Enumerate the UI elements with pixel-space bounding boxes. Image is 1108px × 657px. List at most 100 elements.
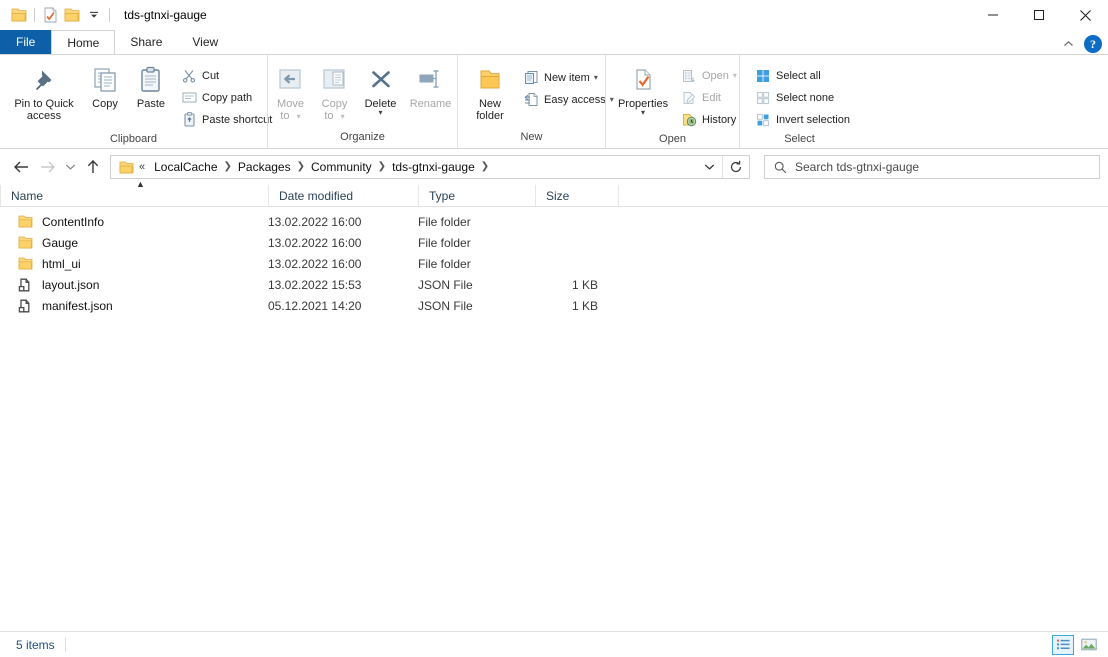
qat-separator-2: [109, 8, 110, 22]
breadcrumb-chevron-1-icon[interactable]: ❯: [296, 156, 306, 178]
ribbon-tab-right-controls: ?: [1060, 35, 1102, 53]
move-to-label: Move to ▾: [277, 98, 304, 122]
qat-chevron-down-icon[interactable]: [83, 4, 105, 26]
open-icon: [680, 67, 698, 84]
history-button[interactable]: History: [678, 109, 741, 130]
breadcrumb-folder-icon[interactable]: [115, 156, 137, 178]
copy-to-caret-icon[interactable]: ▾: [341, 112, 345, 121]
easy-access-button[interactable]: Easy access ▾: [520, 89, 618, 110]
up-button[interactable]: [80, 154, 106, 180]
folder-icon: [18, 215, 38, 228]
open-button[interactable]: Open ▾: [678, 65, 741, 86]
paste-button[interactable]: Paste: [128, 61, 174, 112]
properties-caret-icon[interactable]: ▾: [641, 109, 645, 117]
new-item-button[interactable]: New item ▾: [520, 67, 618, 88]
easy-access-label: Easy access: [544, 93, 606, 106]
close-button[interactable]: [1062, 0, 1108, 30]
invert-selection-button[interactable]: Invert selection: [752, 109, 854, 130]
json-file-icon: [18, 278, 38, 292]
details-view-button[interactable]: [1052, 634, 1074, 655]
forward-button[interactable]: [34, 154, 60, 180]
edit-button[interactable]: Edit: [678, 87, 741, 108]
properties-icon[interactable]: [39, 4, 61, 26]
tab-share[interactable]: Share: [115, 30, 177, 54]
rename-button[interactable]: Rename: [405, 61, 457, 112]
file-type-cell: JSON File: [418, 277, 473, 292]
file-name-cell[interactable]: ContentInfo: [0, 215, 268, 229]
tab-view[interactable]: View: [177, 30, 233, 54]
select-all-button[interactable]: Select all: [752, 65, 854, 86]
address-dropdown-button[interactable]: [696, 156, 722, 178]
tab-file[interactable]: File: [0, 30, 52, 54]
column-header-size[interactable]: Size: [535, 184, 618, 207]
recent-locations-button[interactable]: [60, 154, 80, 180]
address-bar-right: [696, 156, 749, 178]
pin-to-quick-access-button[interactable]: Pin to Quick access: [6, 61, 82, 124]
new-folder-label: New folder: [476, 98, 504, 122]
ribbon-group-label-open: Open: [659, 133, 686, 145]
table-row[interactable]: ContentInfo 13.02.2022 16:00 File folder: [0, 211, 1108, 232]
address-bar[interactable]: « LocalCache ❯ Packages ❯ Community ❯ td…: [110, 155, 750, 179]
new-item-caret-icon[interactable]: ▾: [594, 73, 598, 82]
copy-button[interactable]: Copy: [82, 61, 128, 112]
open-caret-icon[interactable]: ▾: [733, 71, 737, 80]
ribbon-group-select: Select all Select none Invert selection …: [739, 55, 859, 148]
tab-home[interactable]: Home: [51, 30, 116, 54]
properties-button[interactable]: Properties ▾: [612, 61, 674, 118]
large-icons-view-button[interactable]: [1078, 635, 1100, 655]
copy-to-button[interactable]: Copy to ▾: [313, 61, 357, 125]
table-row[interactable]: manifest.json 05.12.2021 14:20 JSON File…: [0, 295, 1108, 316]
back-button[interactable]: [8, 154, 34, 180]
select-none-button[interactable]: Select none: [752, 87, 854, 108]
folder-icon: [18, 257, 38, 270]
delete-caret-icon[interactable]: ▾: [378, 109, 382, 117]
file-name-cell[interactable]: manifest.json: [0, 299, 268, 313]
column-header-date-modified[interactable]: Date modified: [268, 184, 418, 207]
table-row[interactable]: html_ui 13.02.2022 16:00 File folder: [0, 253, 1108, 274]
column-headers: ▲ Name Date modified Type Size: [0, 179, 1108, 207]
table-row[interactable]: layout.json 13.02.2022 15:53 JSON File 1…: [0, 274, 1108, 295]
collapse-ribbon-icon[interactable]: [1060, 36, 1076, 52]
file-name-cell[interactable]: layout.json: [0, 278, 268, 292]
breadcrumb-chevron-2-icon[interactable]: ❯: [377, 156, 387, 178]
view-mode-buttons: [1052, 634, 1100, 655]
json-file-icon: [18, 299, 38, 313]
maximize-button[interactable]: [1016, 0, 1062, 30]
breadcrumb-chevron-3-icon[interactable]: ❯: [480, 156, 490, 178]
invert-selection-icon: [754, 111, 772, 128]
table-row[interactable]: Gauge 13.02.2022 16:00 File folder: [0, 232, 1108, 253]
folder-icon[interactable]: [8, 4, 30, 26]
file-name-label: layout.json: [42, 277, 100, 292]
file-type-cell: File folder: [418, 214, 471, 229]
select-all-icon: [754, 67, 772, 84]
file-name-cell[interactable]: html_ui: [0, 257, 268, 271]
select-none-label: Select none: [776, 91, 835, 104]
breadcrumb-chevron-0-icon[interactable]: ❯: [223, 156, 233, 178]
breadcrumb-item-tds-gtnxi-gauge[interactable]: tds-gtnxi-gauge: [387, 156, 480, 178]
move-to-button[interactable]: Move to ▾: [269, 61, 313, 125]
select-all-label: Select all: [776, 69, 821, 82]
help-icon[interactable]: ?: [1084, 35, 1102, 53]
breadcrumb-item-community[interactable]: Community: [306, 156, 377, 178]
delete-button[interactable]: Delete ▾: [357, 61, 405, 118]
breadcrumb-item-localcache[interactable]: LocalCache: [149, 156, 222, 178]
column-header-name[interactable]: Name: [0, 184, 268, 207]
file-date-cell: 13.02.2022 16:00: [268, 235, 362, 250]
cut-button[interactable]: Cut: [178, 65, 276, 86]
minimize-button[interactable]: [970, 0, 1016, 30]
status-separator: [64, 637, 66, 652]
search-box[interactable]: Search tds-gtnxi-gauge: [764, 155, 1100, 179]
column-header-type[interactable]: Type: [418, 184, 535, 207]
new-folder-icon[interactable]: [61, 4, 83, 26]
copy-label: Copy: [92, 98, 118, 110]
move-to-caret-icon[interactable]: ▾: [297, 112, 301, 121]
breadcrumb-item-packages[interactable]: Packages: [233, 156, 296, 178]
search-input[interactable]: Search tds-gtnxi-gauge: [795, 160, 919, 174]
new-folder-button[interactable]: New folder: [464, 61, 516, 124]
edit-icon: [680, 89, 698, 106]
breadcrumb-overflow-icon[interactable]: «: [137, 156, 149, 178]
paste-shortcut-button[interactable]: Paste shortcut: [178, 109, 276, 130]
copy-path-button[interactable]: Copy path: [178, 87, 276, 108]
refresh-button[interactable]: [723, 156, 749, 178]
file-name-cell[interactable]: Gauge: [0, 236, 268, 250]
